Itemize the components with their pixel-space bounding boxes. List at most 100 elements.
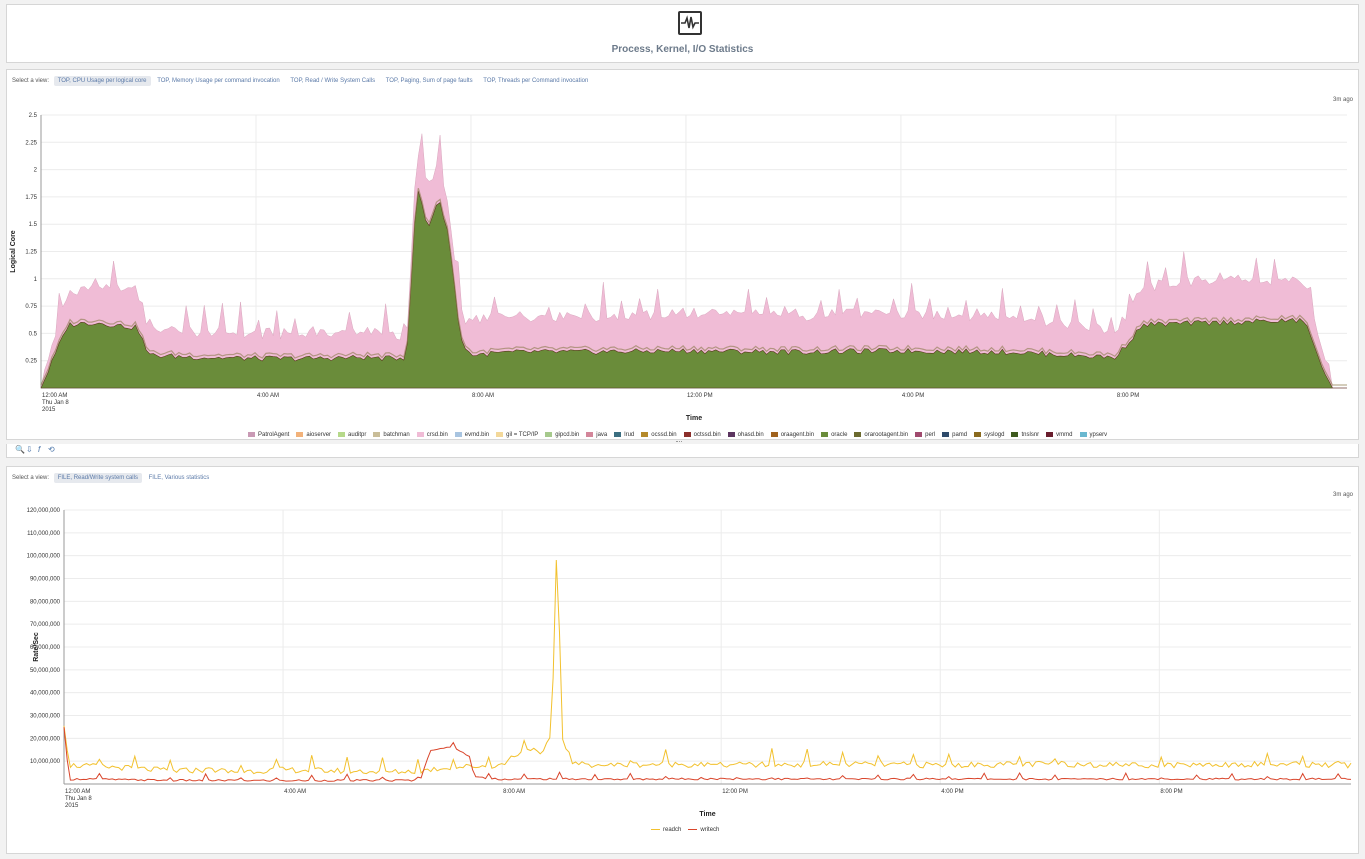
legend-label: gil = TCP/IP (506, 432, 539, 439)
y-tick-label: 0.5 (29, 331, 38, 337)
cpu-usage-chart[interactable]: 0.25 0.5 0.75 1 1.25 1.5 1.75 2 2.25 2.5 12:00 AM 4… (7, 70, 1358, 425)
legend-label: PatrolAgent (258, 432, 290, 439)
x-tick-label: 4:00 PM (902, 393, 924, 399)
x-tick-label: 4:00 AM (257, 393, 279, 399)
y-tick-label: 2 (34, 168, 38, 174)
legend-item[interactable]: perl (915, 432, 935, 438)
x-tick-date-label: 2015 (42, 407, 56, 413)
legend-swatch (1046, 432, 1054, 437)
legend-label: syslogd (984, 432, 1005, 439)
cpu-usage-panel: Select a view: TOP, CPU Usage per logica… (6, 69, 1359, 440)
legend-label: oraagent.bin (780, 432, 815, 439)
legend-swatch (416, 432, 424, 437)
legend-item[interactable]: evmd.bin (454, 432, 490, 439)
download-icon[interactable]: ⇩ (26, 445, 33, 454)
legend-item[interactable]: tnslsnr (1011, 432, 1039, 438)
y-tick-label: 1.25 (25, 250, 37, 256)
function-icon[interactable]: f (38, 445, 40, 454)
y-tick-label: 100,000,000 (27, 554, 61, 560)
legend-item[interactable]: lrud (614, 432, 634, 438)
legend-label: perl (925, 432, 936, 439)
legend-item[interactable]: PatrolAgent (248, 432, 289, 438)
legend-swatch (683, 432, 691, 437)
x-tick-label: 12:00 AM (42, 393, 67, 399)
legend-label: octssd.bin (693, 432, 721, 439)
legend-item[interactable]: pamd (942, 432, 967, 438)
y-tick-label: 40,000,000 (30, 691, 61, 697)
chart-legend: PatrolAgent aioserver auditpr batchman crsd.… (248, 432, 1114, 438)
legend-item[interactable]: orarootagent.bin (854, 432, 908, 438)
legend-label: aioserver (306, 432, 332, 439)
legend-swatch (296, 432, 304, 437)
legend-label: ocssd.bin (651, 432, 677, 439)
legend-item[interactable]: octssd.bin (683, 432, 721, 439)
legend-item[interactable]: gil = TCP/IP (496, 432, 538, 438)
x-tick-label: 4:00 AM (284, 789, 306, 795)
resize-handle[interactable] (676, 441, 682, 443)
x-tick-label: 12:00 PM (722, 789, 748, 795)
legend-label: orarootagent.bin (864, 432, 909, 439)
y-tick-label: 1.75 (25, 195, 37, 201)
legend-swatch (641, 432, 649, 437)
y-tick-label: 50,000,000 (30, 668, 61, 674)
y-tick-label: 1.5 (29, 222, 38, 228)
legend-item[interactable]: oracle (821, 432, 847, 438)
legend-label: readch (663, 827, 682, 833)
legend-swatch (248, 432, 255, 437)
legend-item[interactable]: vmmd (1046, 432, 1073, 439)
legend-label: lrud (624, 432, 635, 439)
x-tick-label: 12:00 AM (65, 789, 90, 795)
legend-item[interactable]: aioserver (296, 432, 331, 438)
legend-swatch (614, 432, 622, 437)
legend-item[interactable]: ohasd.bin (727, 432, 764, 439)
legend-swatch (1011, 432, 1019, 437)
legend-swatch (373, 432, 381, 437)
legend-label: pamd (952, 432, 968, 439)
chart-legend: readch writech (651, 827, 726, 833)
y-tick-label: 1 (34, 277, 38, 283)
y-tick-label: 80,000,000 (30, 599, 61, 605)
dashboard-header: Process, Kernel, I/O Statistics (6, 4, 1359, 63)
legend-label: writech (700, 827, 720, 833)
legend-item[interactable]: writech (688, 827, 719, 833)
legend-item[interactable]: auditpr (338, 432, 366, 438)
legend-label: oracle (831, 432, 848, 439)
legend-label: ohasd.bin (737, 432, 764, 439)
x-tick-label: 8:00 PM (1160, 789, 1182, 795)
legend-label: gipcd.bin (555, 432, 580, 439)
legend-swatch (727, 432, 735, 437)
x-tick-date-label: Thu Jan 8 (42, 400, 69, 406)
y-tick-label: 20,000,000 (30, 736, 61, 742)
file-io-panel: Select a view: FILE, Read/Write system c… (6, 466, 1359, 854)
heartbeat-icon (678, 11, 702, 35)
y-tick-label: 10,000,000 (30, 759, 61, 765)
y-tick-label: 90,000,000 (30, 577, 61, 583)
legend-item[interactable]: java (586, 432, 607, 438)
legend-item[interactable]: syslogd (974, 432, 1004, 438)
legend-label: vmmd (1056, 432, 1073, 439)
legend-item[interactable]: readch (651, 827, 681, 833)
legend-label: batchman (383, 432, 410, 439)
legend-label: evmd.bin (464, 432, 490, 439)
zoom-icon[interactable]: 🔍 (15, 445, 25, 454)
y-tick-label: 110,000,000 (27, 531, 61, 537)
legend-item[interactable]: ypserv (1079, 432, 1107, 438)
legend-label: java (596, 432, 608, 439)
refresh-icon[interactable]: ⟲ (48, 445, 55, 454)
legend-item[interactable]: crsd.bin (416, 432, 448, 438)
legend-item[interactable]: gipcd.bin (545, 432, 579, 438)
chart-toolbar: 🔍 ⇩ f ⟲ (6, 444, 1359, 458)
legend-item[interactable]: batchman (373, 432, 410, 439)
y-tick-label: 70,000,000 (30, 622, 61, 628)
legend-swatch (821, 432, 829, 437)
legend-item[interactable]: ocssd.bin (641, 432, 677, 439)
legend-swatch (942, 432, 950, 437)
x-tick-label: 8:00 AM (472, 393, 494, 399)
file-io-chart[interactable]: 10,000,000 20,000,000 30,000,000 40,000,000… (7, 467, 1358, 839)
legend-swatch (915, 432, 923, 437)
legend-item[interactable]: oraagent.bin (770, 432, 815, 439)
x-tick-label: 4:00 PM (941, 789, 963, 795)
x-tick-label: 12:00 PM (687, 393, 713, 399)
legend-swatch (651, 828, 660, 830)
legend-swatch (586, 432, 594, 437)
